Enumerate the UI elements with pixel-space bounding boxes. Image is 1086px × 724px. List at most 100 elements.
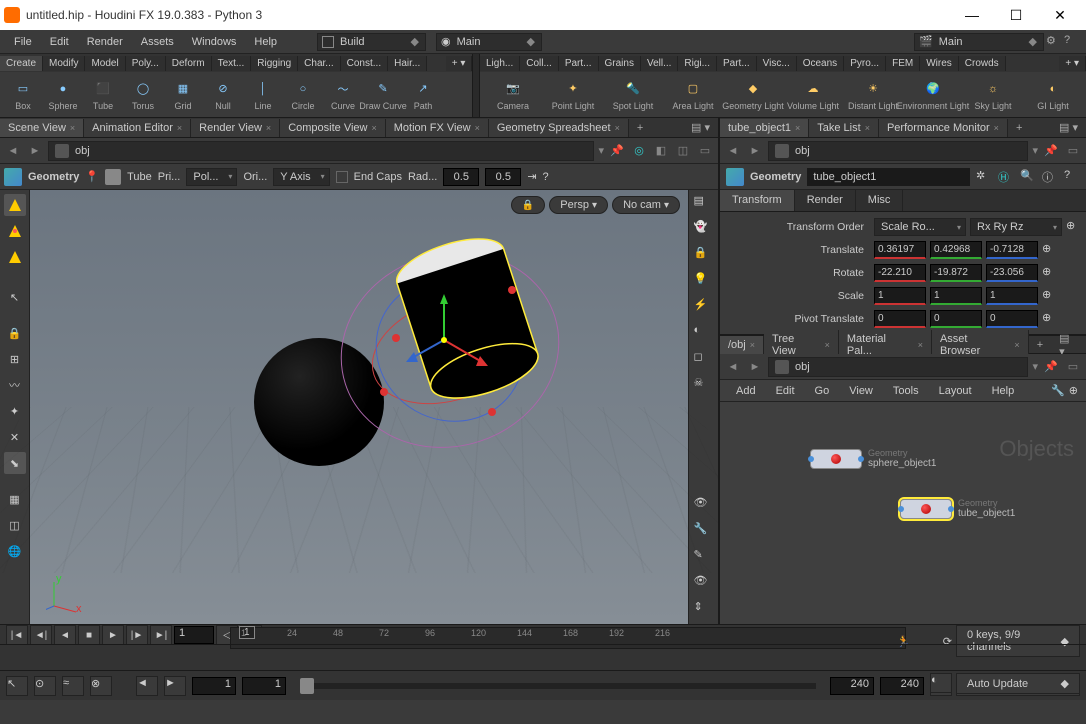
network-view[interactable]: AddEditGoViewToolsLayoutHelp🔧⊕ Objects G… [720, 380, 1086, 624]
shelf-tab[interactable]: FEM [886, 56, 920, 71]
shelf-tab[interactable]: Rigi... [678, 56, 717, 71]
lock-icon[interactable]: 🔒 [4, 322, 26, 344]
update-mode-icon[interactable]: ◐ [930, 673, 952, 693]
keys-status[interactable]: 0 keys, 9/9 channels◆ [956, 625, 1080, 657]
bg-icon[interactable]: ◐ [694, 324, 714, 344]
desktop-selector-build[interactable]: Build◆ [317, 33, 426, 51]
arrows-icon[interactable]: ⇕ [694, 600, 714, 620]
loop-icon[interactable]: ⟳ [943, 635, 952, 648]
shelf-tab[interactable]: Deform [166, 56, 212, 71]
play-fwd-button[interactable]: ► [102, 625, 124, 645]
param-z-field[interactable]: -0.7128 [986, 241, 1038, 259]
pin-icon[interactable]: 📌 [1042, 358, 1060, 376]
param-y-field[interactable]: 0 [930, 310, 982, 328]
range-start2-field[interactable]: 1 [242, 677, 286, 695]
param-x-field[interactable]: 0 [874, 310, 926, 328]
ch-tool2-icon[interactable]: ⊙ [34, 676, 56, 696]
last-frame-button[interactable]: ►| [150, 625, 172, 645]
menu-windows[interactable]: Windows [184, 33, 245, 51]
shelf-tab[interactable]: Pyro... [844, 56, 886, 71]
auto-update-button[interactable]: Auto Update◆ [956, 673, 1080, 694]
tab-tube_object1[interactable]: tube_object1× [720, 119, 809, 137]
subtab-render[interactable]: Render [795, 190, 856, 211]
pin-icon[interactable]: 📌 [1042, 142, 1060, 160]
range-start-field[interactable]: 1 [192, 677, 236, 695]
shelf-tab[interactable]: Ligh... [480, 56, 520, 71]
nw-menu-add[interactable]: Add [728, 383, 764, 399]
shelf-add-icon[interactable]: + ▾ [1059, 56, 1086, 71]
flash-icon[interactable]: ⚡ [694, 298, 714, 318]
viewport[interactable]: ↖ 🔒 ⊞ 〰 ✦ ✕ ⬊ ▦ ◫ 🌐 ▤ 👻 🔒 💡 ⚡ ◐ ◻ [0, 190, 718, 624]
pin-icon[interactable]: 📌 [608, 142, 626, 160]
close-tab-icon[interactable]: × [865, 123, 870, 133]
param-menu-icon[interactable]: ⊕ [1042, 265, 1058, 281]
param-menu-icon[interactable]: ⊕ [1042, 242, 1058, 258]
slider-knob[interactable] [300, 678, 314, 694]
step-fwd-button[interactable]: |► [126, 625, 148, 645]
subtab-transform[interactable]: Transform [720, 190, 795, 211]
tool-gi-light[interactable]: ◐GI Light [1024, 77, 1082, 113]
help-icon[interactable]: ? [1064, 169, 1080, 185]
shelf-tab[interactable]: Oceans [797, 56, 844, 71]
select-obj-icon[interactable] [4, 194, 26, 216]
tool-curve[interactable]: 〜Curve [324, 77, 362, 113]
help-icon[interactable]: ? [543, 171, 549, 183]
shelf-tab[interactable]: Vell... [641, 56, 678, 71]
ghost-icon[interactable]: 👻 [694, 220, 714, 240]
nav-back-icon[interactable]: ◄ [724, 142, 742, 160]
menu-render[interactable]: Render [79, 33, 131, 51]
close-tab-icon[interactable]: × [177, 123, 182, 133]
tab--obj[interactable]: /obj× [720, 336, 764, 354]
realtime-button[interactable]: 🏃 [897, 635, 927, 648]
shelf-tab[interactable]: Hair... [388, 56, 427, 71]
tool-environment-light[interactable]: 🌍Environment Light [904, 77, 962, 113]
path-field[interactable]: obj [768, 141, 1028, 161]
tool-sphere[interactable]: ●Sphere [44, 77, 82, 113]
nw-menu-edit[interactable]: Edit [768, 383, 803, 399]
radial-menu-main[interactable]: ◉Main◆ [436, 33, 542, 51]
node-sphere_object1[interactable]: Geometrysphere_object1 [810, 448, 936, 469]
tool-sky-light[interactable]: ☼Sky Light [964, 77, 1022, 113]
menu-help[interactable]: Help [246, 33, 285, 51]
param-dropdown[interactable]: Rx Ry Rz [970, 218, 1062, 236]
shelf-tab[interactable]: Part... [717, 56, 757, 71]
menu-assets[interactable]: Assets [133, 33, 182, 51]
close-tab-icon[interactable]: × [475, 123, 480, 133]
maximize-button[interactable]: ☐ [994, 1, 1038, 29]
add-tab-button[interactable]: + [1008, 119, 1030, 137]
nav-back-icon[interactable]: ◄ [724, 358, 742, 376]
shelf-tab[interactable]: Text... [212, 56, 252, 71]
eye2-icon[interactable]: 👁 [694, 574, 714, 594]
shelf-add-icon[interactable]: + ▾ [446, 56, 473, 71]
first-frame-button[interactable]: |◄ [6, 625, 28, 645]
nw-menu-tools[interactable]: Tools [885, 383, 927, 399]
tool-area-light[interactable]: ▢Area Light [664, 77, 722, 113]
param-menu-icon[interactable]: ⊕ [1042, 311, 1058, 327]
light-icon[interactable]: 💡 [694, 272, 714, 292]
menu-file[interactable]: File [6, 33, 40, 51]
tool-tube[interactable]: ⬛Tube [84, 77, 122, 113]
param-y-field[interactable]: 0.42968 [930, 241, 982, 259]
param-z-field[interactable]: 0 [986, 310, 1038, 328]
close-tab-icon[interactable]: × [371, 123, 376, 133]
tab-geometry-spreadsheet[interactable]: Geometry Spreadsheet× [489, 119, 629, 137]
path-field[interactable]: obj [48, 141, 594, 161]
desktop-selector-main[interactable]: 🎬Main◆ [914, 33, 1044, 51]
shelf-tab[interactable]: Char... [298, 56, 340, 71]
shelf-tab[interactable]: Model [85, 56, 125, 71]
shelf-tab[interactable]: Poly... [126, 56, 166, 71]
shelf-tab[interactable]: Wires [920, 56, 959, 71]
tab-performance-monitor[interactable]: Performance Monitor× [879, 119, 1008, 137]
tool-box[interactable]: ▭Box [4, 77, 42, 113]
step-back-button[interactable]: ◄| [30, 625, 52, 645]
path-field[interactable]: obj [768, 357, 1028, 377]
split-icon[interactable]: ▭ [1064, 358, 1082, 376]
houdini-icon[interactable]: Ⓗ [998, 169, 1014, 185]
radius1-field[interactable]: 0.5 [443, 168, 479, 186]
param-y-field[interactable]: 1 [930, 287, 982, 305]
shelf-tab[interactable]: Rigging [251, 56, 298, 71]
nav-fwd-icon[interactable]: ► [26, 142, 44, 160]
tab-render-view[interactable]: Render View× [191, 119, 280, 137]
tool-grid[interactable]: ▦Grid [164, 77, 202, 113]
range-end-field[interactable]: 240 [830, 677, 874, 695]
